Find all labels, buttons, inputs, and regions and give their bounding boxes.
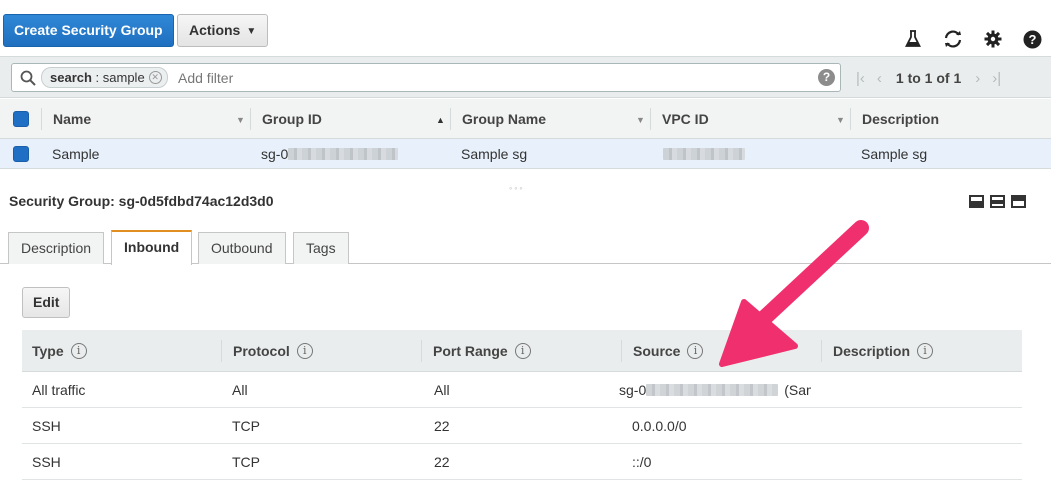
- info-icon[interactable]: i: [70, 342, 87, 359]
- column-header-description[interactable]: Description: [862, 99, 939, 138]
- tab-tags[interactable]: Tags: [293, 232, 349, 264]
- edit-rules-button[interactable]: Edit: [22, 287, 71, 318]
- rule-source: ::/0: [632, 453, 652, 470]
- pagination-text: 1 to 1 of 1: [895, 70, 962, 86]
- column-header-name[interactable]: Name: [53, 99, 91, 138]
- layout-split-icon[interactable]: [990, 195, 1005, 208]
- refresh-icon[interactable]: [942, 28, 964, 50]
- actions-label: Actions: [189, 22, 241, 38]
- rule-source-suffix: (Samp: [784, 381, 811, 398]
- column-header-group-id[interactable]: Group ID: [262, 99, 322, 138]
- rule-protocol: TCP: [232, 417, 260, 434]
- redacted-value: [646, 383, 779, 396]
- info-icon[interactable]: i: [687, 342, 704, 359]
- row-group-name: Sample sg: [461, 145, 528, 162]
- column-header-type: Type: [32, 342, 64, 359]
- row-checkbox[interactable]: [13, 145, 29, 162]
- sort-icon[interactable]: ▼: [236, 115, 245, 125]
- tab-outbound[interactable]: Outbound: [198, 232, 286, 264]
- inbound-rules-table: Type i Protocol i Port Range i Source i Desc…: [22, 330, 1022, 480]
- rule-source-prefix: sg-0: [619, 381, 647, 398]
- rule-source: sg-0 (Samp: [619, 372, 811, 407]
- rule-port-range: All: [434, 381, 450, 398]
- redacted-value: [288, 147, 399, 160]
- panel-layout-controls: [969, 195, 1026, 208]
- filter-bar: search : sample ✕ ? |‹ ‹ 1 to 1 of 1 › ›…: [0, 56, 1051, 98]
- search-icon: [20, 70, 36, 86]
- create-security-group-button[interactable]: Create Security Group: [3, 14, 174, 47]
- row-group-id-prefix: sg-0: [261, 145, 289, 162]
- rule-row[interactable]: All traffic All All sg-0 (Samp: [22, 372, 1022, 408]
- filter-token[interactable]: search : sample ✕: [41, 67, 168, 88]
- last-page-icon[interactable]: ›|: [992, 70, 1001, 87]
- top-toolbar: Create Security Group Actions ▼ ?: [0, 0, 1051, 56]
- table-row[interactable]: Sample sg-0 Sample sg Sample sg: [0, 139, 1051, 169]
- sort-icon[interactable]: ▼: [636, 115, 645, 125]
- clear-token-icon[interactable]: ✕: [148, 71, 162, 84]
- row-name: Sample: [52, 145, 100, 162]
- layout-bottom-icon[interactable]: [969, 195, 984, 208]
- tab-inbound[interactable]: Inbound: [111, 230, 193, 265]
- details-tabs: Description Inbound Outbound Tags: [0, 230, 1051, 265]
- rule-row[interactable]: SSH TCP 22 ::/0: [22, 444, 1022, 480]
- column-header-description: Description: [833, 342, 911, 359]
- column-header-source: Source: [633, 342, 681, 359]
- column-header-protocol: Protocol: [233, 342, 290, 359]
- info-icon[interactable]: i: [296, 342, 313, 359]
- layout-top-icon[interactable]: [1011, 195, 1026, 208]
- details-panel-title: Security Group: sg-0d5fdbd74ac12d3d0: [9, 193, 274, 209]
- filter-token-key: search: [50, 70, 92, 85]
- actions-dropdown-button[interactable]: Actions ▼: [177, 14, 269, 47]
- filter-token-value: sample: [102, 70, 145, 85]
- rule-port-range: 22: [434, 453, 450, 470]
- rule-source: 0.0.0.0/0: [632, 417, 687, 434]
- sort-ascending-icon[interactable]: ▲: [436, 115, 445, 125]
- info-icon[interactable]: i: [514, 342, 531, 359]
- redacted-value: [663, 147, 745, 160]
- column-header-port-range: Port Range: [433, 342, 508, 359]
- rule-row[interactable]: SSH TCP 22 0.0.0.0/0: [22, 408, 1022, 444]
- tab-description[interactable]: Description: [8, 232, 105, 264]
- select-all-checkbox[interactable]: [13, 110, 29, 127]
- row-group-id: sg-0: [261, 139, 399, 168]
- svg-text:?: ?: [1028, 32, 1036, 47]
- add-filter-input[interactable]: [178, 66, 778, 89]
- rule-type: All traffic: [32, 381, 86, 398]
- prev-page-icon[interactable]: ‹: [877, 70, 882, 87]
- gear-icon[interactable]: [982, 28, 1004, 50]
- next-page-icon[interactable]: ›: [975, 70, 980, 87]
- help-icon[interactable]: ?: [1021, 28, 1043, 50]
- chevron-down-icon: ▼: [246, 26, 257, 37]
- rule-type: SSH: [32, 417, 61, 434]
- column-header-vpc-id[interactable]: VPC ID: [662, 99, 709, 138]
- flask-icon[interactable]: [902, 28, 924, 50]
- rule-protocol: TCP: [232, 453, 260, 470]
- pagination: |‹ ‹ 1 to 1 of 1 › ›|: [850, 68, 1007, 88]
- column-header-group-name[interactable]: Group Name: [462, 99, 546, 138]
- sort-icon[interactable]: ▼: [836, 115, 845, 125]
- rule-protocol: All: [232, 381, 248, 398]
- row-description: Sample sg: [861, 145, 928, 162]
- panel-resize-handle[interactable]: ◦◦◦: [509, 183, 525, 193]
- first-page-icon[interactable]: |‹: [856, 70, 865, 87]
- rules-table-header: Type i Protocol i Port Range i Source i Desc…: [22, 330, 1022, 372]
- rule-type: SSH: [32, 453, 61, 470]
- rule-port-range: 22: [434, 417, 450, 434]
- security-groups-table: Name ▼ Group ID ▲ Group Name ▼ VPC ID ▼ …: [0, 99, 1051, 169]
- search-box[interactable]: search : sample ✕ ?: [11, 63, 841, 92]
- info-icon[interactable]: i: [917, 342, 934, 359]
- table-header: Name ▼ Group ID ▲ Group Name ▼ VPC ID ▼ …: [0, 99, 1051, 139]
- help-icon[interactable]: ?: [818, 69, 835, 86]
- row-vpc-id: [663, 139, 745, 168]
